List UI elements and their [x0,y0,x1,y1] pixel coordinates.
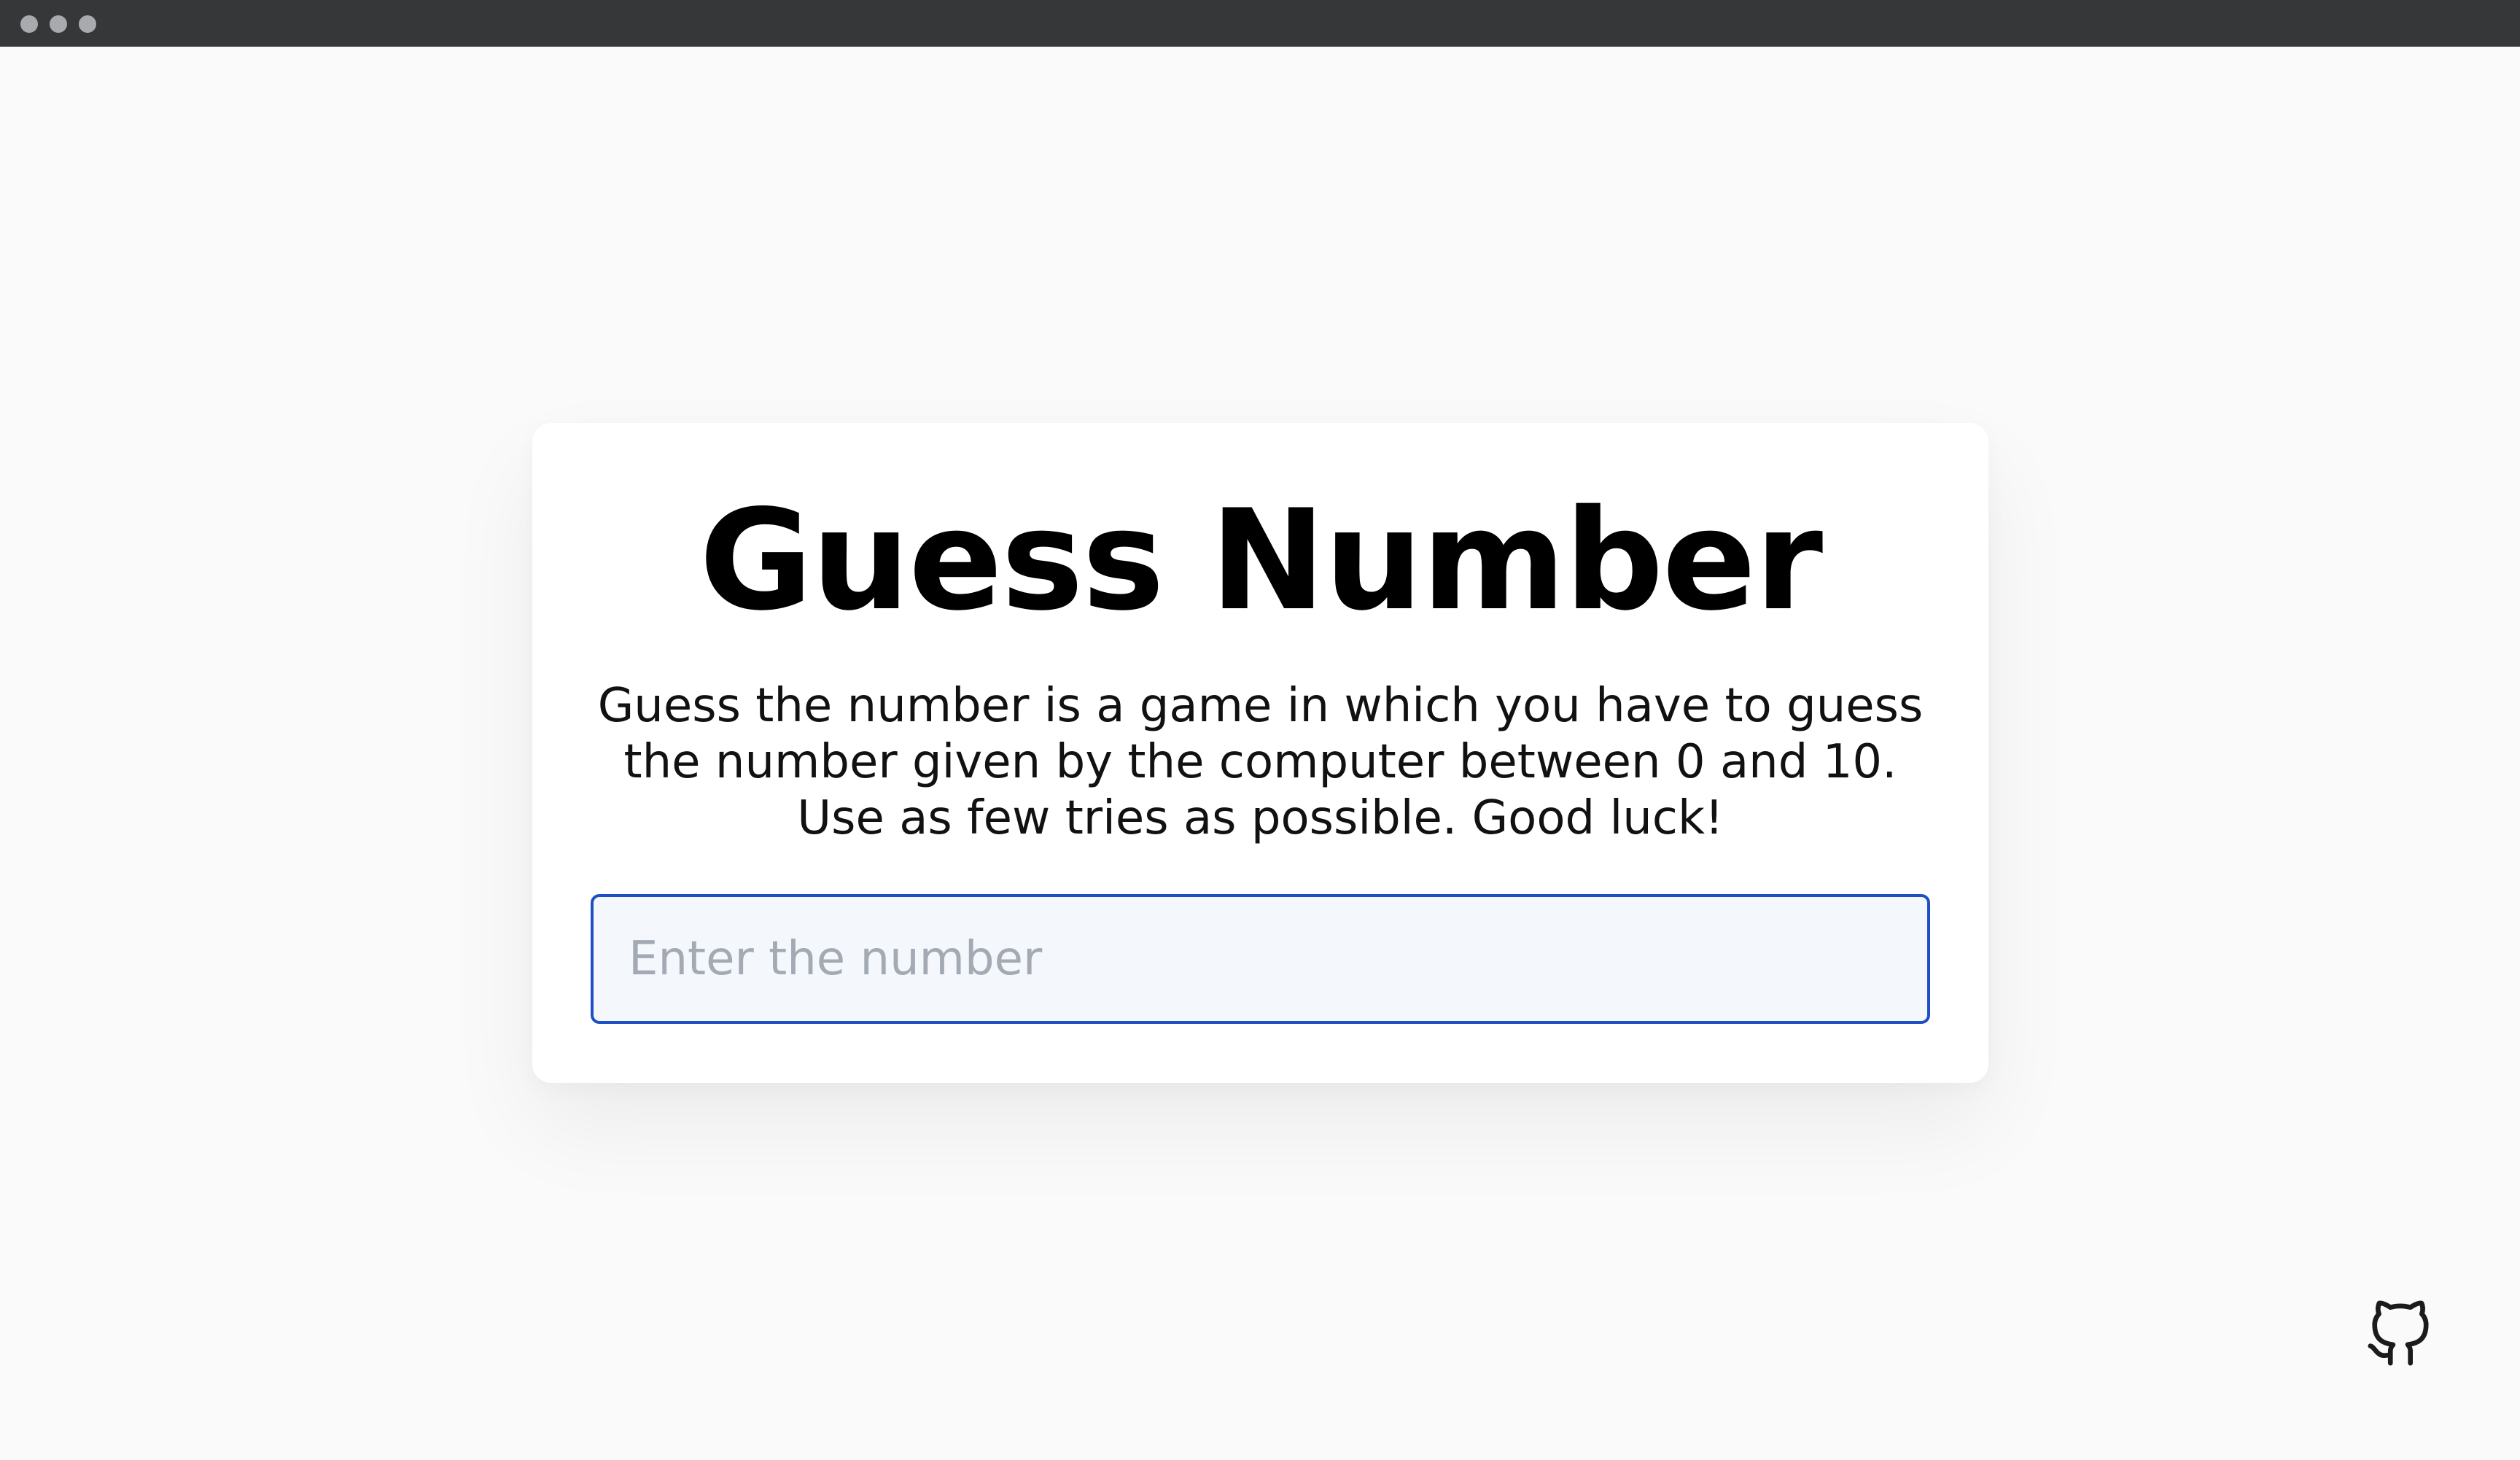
game-description: Guess the number is a game in which you … [597,679,1924,845]
minimize-window-button[interactable] [50,15,67,33]
page-title: Guess Number [699,480,1823,641]
number-input[interactable] [591,894,1930,1024]
close-window-button[interactable] [20,15,38,33]
maximize-window-button[interactable] [79,15,96,33]
window-titlebar [0,0,2520,47]
github-icon [2368,1300,2429,1366]
github-link[interactable] [2365,1300,2433,1369]
game-card: Guess Number Guess the number is a game … [532,423,1988,1083]
